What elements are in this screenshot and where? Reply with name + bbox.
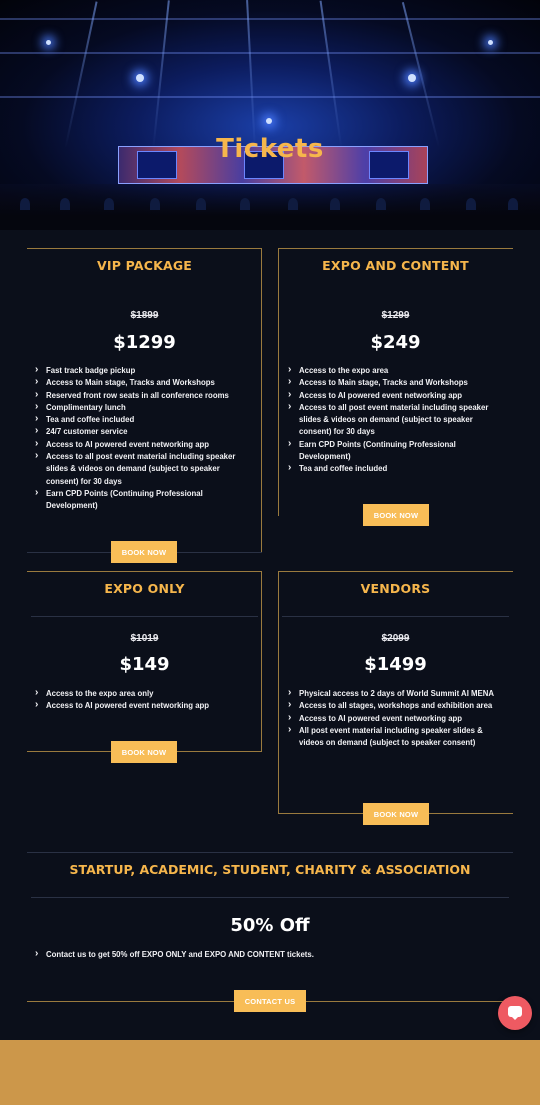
list-item: Access to the expo area only [35, 687, 250, 700]
hero-banner [0, 0, 540, 230]
old-price: $2099 [381, 633, 410, 644]
list-item: Reserved front row seats in all conferen… [35, 389, 250, 402]
list-item: Access to AI powered event networking ap… [288, 389, 498, 402]
list-item: Complimentary lunch [35, 401, 250, 414]
discount-label: 50% Off [230, 915, 310, 936]
old-price: $1299 [381, 310, 410, 321]
list-item: Tea and coffee included [35, 413, 250, 426]
book-now-button[interactable]: BOOK NOW [111, 741, 177, 763]
list-item: All post event material including speake… [288, 724, 503, 750]
old-price: $1899 [130, 310, 159, 321]
contact-us-button[interactable]: CONTACT US [234, 990, 306, 1012]
new-price: $249 [370, 332, 421, 353]
list-item: Access to all stages, workshops and exhi… [288, 699, 503, 712]
book-now-button[interactable]: BOOK NOW [363, 504, 429, 526]
list-item: Access to Main stage, Tracks and Worksho… [35, 376, 250, 389]
list-item: Earn CPD Points (Continuing Professional… [288, 438, 498, 464]
list-item: Earn CPD Points (Continuing Professional… [35, 487, 250, 513]
ticket-card-expo-content: EXPO AND CONTENT $1299 $249 Access to th… [278, 248, 513, 526]
feature-list: Fast track badge pickup Access to Main s… [35, 364, 250, 513]
ticket-card-expo-only: EXPO ONLY $1019 $149 Access to the expo … [27, 571, 262, 763]
footer-band [0, 1040, 540, 1105]
list-item: Access to AI powered event networking ap… [35, 699, 250, 712]
feature-list: Contact us to get 50% off EXPO ONLY and … [35, 948, 505, 961]
old-price: $1019 [130, 633, 159, 644]
feature-list: Access to the expo area only Access to A… [35, 687, 250, 713]
list-item: Contact us to get 50% off EXPO ONLY and … [35, 948, 505, 961]
list-item: Tea and coffee included [288, 462, 498, 475]
list-item: Access to all post event material includ… [35, 450, 250, 488]
ticket-card-vendors: VENDORS $2099 $1499 Physical access to 2… [278, 571, 513, 825]
new-price: $1499 [364, 654, 427, 675]
ticket-card-vip: VIP PACKAGE $1899 $1299 Fast track badge… [27, 248, 262, 563]
ticket-title: VIP PACKAGE [96, 258, 193, 273]
feature-list: Access to the expo area Access to Main s… [288, 364, 498, 476]
chat-button[interactable] [498, 996, 532, 1030]
list-item: 24/7 customer service [35, 425, 250, 438]
section-divider [31, 897, 509, 898]
list-item: Access to AI powered event networking ap… [35, 438, 250, 451]
list-item: Physical access to 2 days of World Summi… [288, 687, 503, 700]
book-now-button[interactable]: BOOK NOW [111, 541, 177, 563]
list-item: Access to the expo area [288, 364, 498, 377]
startup-title: STARTUP, ACADEMIC, STUDENT, CHARITY & AS… [69, 862, 471, 877]
list-item: Access to Main stage, Tracks and Worksho… [288, 376, 498, 389]
list-item: Access to all post event material includ… [288, 401, 498, 439]
ticket-title: EXPO ONLY [104, 581, 185, 596]
section-divider [27, 852, 513, 853]
list-item: Fast track badge pickup [35, 364, 250, 377]
ticket-title: VENDORS [360, 581, 431, 596]
new-price: $1299 [113, 332, 176, 353]
feature-list: Physical access to 2 days of World Summi… [288, 687, 503, 750]
ticket-title: EXPO AND CONTENT [322, 258, 469, 273]
new-price: $149 [119, 654, 170, 675]
page-title: Tickets [216, 134, 324, 164]
list-item: Access to AI powered event networking ap… [288, 712, 503, 725]
book-now-button[interactable]: BOOK NOW [363, 803, 429, 825]
